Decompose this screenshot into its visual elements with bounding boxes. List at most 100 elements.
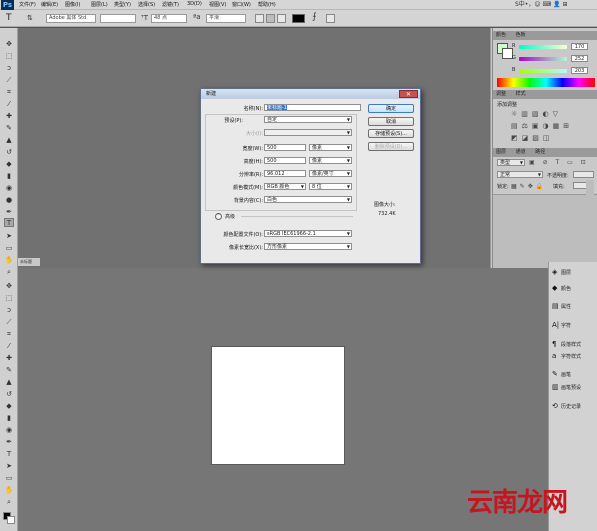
healing-tool-icon[interactable]: ✚ <box>4 112 14 121</box>
height-unit-select[interactable]: 像素 <box>309 157 352 164</box>
adjustment-icons-row-2[interactable]: ▤⚖▣◑▦⊞ <box>511 122 581 130</box>
text-tool-icon[interactable]: T <box>4 218 14 227</box>
crop-tool-icon[interactable]: ⌗ <box>4 88 14 97</box>
menu-layer[interactable]: 图层(L) <box>91 1 108 8</box>
crop-tool-icon-2[interactable]: ⌗ <box>4 330 14 339</box>
document-tab[interactable]: 未标题 <box>18 258 40 266</box>
color-mode-select[interactable]: RGB 颜色 <box>264 183 306 190</box>
width-unit-select[interactable]: 像素 <box>309 144 352 151</box>
quick-select-tool-icon[interactable]: ⟋ <box>4 76 14 85</box>
blur-tool-icon-2[interactable]: ◉ <box>4 426 14 435</box>
tab-layers[interactable]: 图层 <box>496 149 506 155</box>
g-value[interactable]: 252 <box>571 55 588 62</box>
menu-file[interactable]: 文件(F) <box>19 1 36 8</box>
type-tool-icon[interactable]: T <box>6 13 12 23</box>
cancel-button[interactable]: 取消 <box>368 117 414 126</box>
text-tool-icon-2[interactable]: T <box>4 450 14 459</box>
resolution-input[interactable]: 96.012 <box>264 170 306 177</box>
zoom-tool-icon-2[interactable]: ⌕ <box>4 498 14 507</box>
menu-view[interactable]: 视图(V) <box>209 1 226 8</box>
warp-text-icon[interactable]: ⨍ <box>312 12 317 22</box>
tab-adjustments[interactable]: 调整 <box>496 91 506 97</box>
menu-select[interactable]: 选择(S) <box>138 1 155 8</box>
shape-tool-icon[interactable]: ▭ <box>4 244 14 253</box>
save-preset-button[interactable]: 存储预设(S)... <box>368 129 414 138</box>
align-left-icon[interactable] <box>255 14 264 23</box>
layer-filter-icons[interactable]: ▣ ⊘ T ▭ ⊡ <box>529 159 594 166</box>
eraser-tool-icon[interactable]: ◆ <box>4 160 14 169</box>
bit-depth-select[interactable]: 8 位 <box>309 183 352 190</box>
close-icon[interactable]: ✕ <box>399 90 418 98</box>
pen-tool-icon-2[interactable]: ✒ <box>4 438 14 447</box>
menu-3d[interactable]: 3D(D) <box>187 1 202 7</box>
align-right-icon[interactable] <box>277 14 286 23</box>
menu-filter[interactable]: 滤镜(T) <box>162 1 179 8</box>
height-input[interactable]: 500 <box>264 157 306 164</box>
ime-toolbar[interactable]: S中•，☺ ⌨ 👤 ⊞ <box>515 0 597 10</box>
hand-tool-icon-2[interactable]: ✋ <box>4 486 14 495</box>
dock-character-styles[interactable]: a 字符样式 <box>552 350 596 362</box>
dock-properties[interactable]: ▤ 属性 <box>552 300 596 312</box>
opacity-field[interactable] <box>573 171 594 178</box>
character-panel-icon[interactable] <box>326 14 335 23</box>
dock-layers[interactable]: ◈ 图层 <box>552 266 596 278</box>
resolution-unit-select[interactable]: 像素/英寸 <box>309 170 352 177</box>
blur-tool-icon[interactable]: ◉ <box>4 184 14 193</box>
background-color-swatch[interactable] <box>7 516 15 524</box>
align-center-icon[interactable] <box>266 14 275 23</box>
shape-tool-icon-2[interactable]: ▭ <box>4 474 14 483</box>
eraser-tool-icon-2[interactable]: ◆ <box>4 402 14 411</box>
menu-help[interactable]: 帮助(H) <box>258 1 276 8</box>
tab-channels[interactable]: 通道 <box>516 149 526 155</box>
layers-scrollbar[interactable] <box>586 180 594 268</box>
b-value[interactable]: 203 <box>571 67 588 74</box>
gradient-tool-icon-2[interactable]: ▮ <box>4 414 14 423</box>
quick-select-tool-icon-2[interactable]: ⟋ <box>4 318 14 327</box>
zoom-tool-icon[interactable]: ⌕ <box>4 268 14 277</box>
dodge-tool-icon[interactable]: ● <box>4 196 14 205</box>
blend-mode-select[interactable]: 正常 <box>497 171 543 178</box>
lasso-tool-icon[interactable]: ↄ <box>4 64 14 73</box>
font-family-select[interactable]: Adobe 黑体 Std <box>46 14 96 23</box>
tab-swatches[interactable]: 色板 <box>516 32 526 38</box>
path-select-tool-icon[interactable]: ➤ <box>4 232 14 241</box>
move-tool-icon-2[interactable]: ✥ <box>4 282 14 291</box>
r-value[interactable]: 170 <box>571 43 588 50</box>
pen-tool-icon[interactable]: ✒ <box>4 208 14 217</box>
pixel-aspect-select[interactable]: 方形像素 <box>264 243 352 250</box>
ok-button[interactable]: 确定 <box>368 104 414 113</box>
stamp-tool-icon[interactable]: ▲ <box>4 136 14 145</box>
width-input[interactable]: 500 <box>264 144 306 151</box>
eyedropper-tool-icon[interactable]: ⁄ <box>4 100 14 109</box>
path-select-tool-icon-2[interactable]: ➤ <box>4 462 14 471</box>
menu-image[interactable]: 图像(I) <box>65 1 80 8</box>
lasso-tool-icon-2[interactable]: ↄ <box>4 306 14 315</box>
text-color-swatch[interactable] <box>292 14 305 23</box>
dock-history[interactable]: ⟲ 历史记录 <box>552 400 596 412</box>
healing-tool-icon-2[interactable]: ✚ <box>4 354 14 363</box>
eyedropper-tool-icon-2[interactable]: ⁄ <box>4 342 14 351</box>
menu-type[interactable]: 类型(Y) <box>114 1 131 8</box>
dock-character[interactable]: A| 字符 <box>552 319 596 331</box>
font-size-select[interactable]: 48 点 <box>151 14 187 23</box>
font-style-select[interactable] <box>100 14 136 23</box>
menu-edit[interactable]: 编辑(E) <box>41 1 58 8</box>
b-slider[interactable] <box>519 69 567 73</box>
history-brush-tool-icon-2[interactable]: ↺ <box>4 390 14 399</box>
dock-brush-presets[interactable]: ▥ 画笔预设 <box>552 381 596 393</box>
background-select[interactable]: 白色 <box>264 196 352 203</box>
menu-window[interactable]: 窗口(W) <box>232 1 251 8</box>
brush-tool-icon-2[interactable]: ✎ <box>4 366 14 375</box>
color-spectrum[interactable] <box>497 78 595 87</box>
tab-paths[interactable]: 路径 <box>535 149 545 155</box>
dock-paragraph-styles[interactable]: ¶ 段落样式 <box>552 338 596 350</box>
move-tool-icon[interactable]: ✥ <box>4 40 14 49</box>
marquee-tool-icon[interactable]: ⬚ <box>4 52 14 61</box>
layer-filter-select[interactable]: 类型 <box>497 159 525 166</box>
name-input[interactable]: 未标题-1 <box>264 104 361 111</box>
lock-icons[interactable]: ▦✎✥🔒 <box>511 183 546 190</box>
hand-tool-icon[interactable]: ✋ <box>4 256 14 265</box>
advanced-toggle-icon[interactable]: ⌃ <box>215 213 222 220</box>
marquee-tool-icon-2[interactable]: ⬚ <box>4 294 14 303</box>
color-profile-select[interactable]: sRGB IEC61966-2.1 <box>264 230 352 237</box>
